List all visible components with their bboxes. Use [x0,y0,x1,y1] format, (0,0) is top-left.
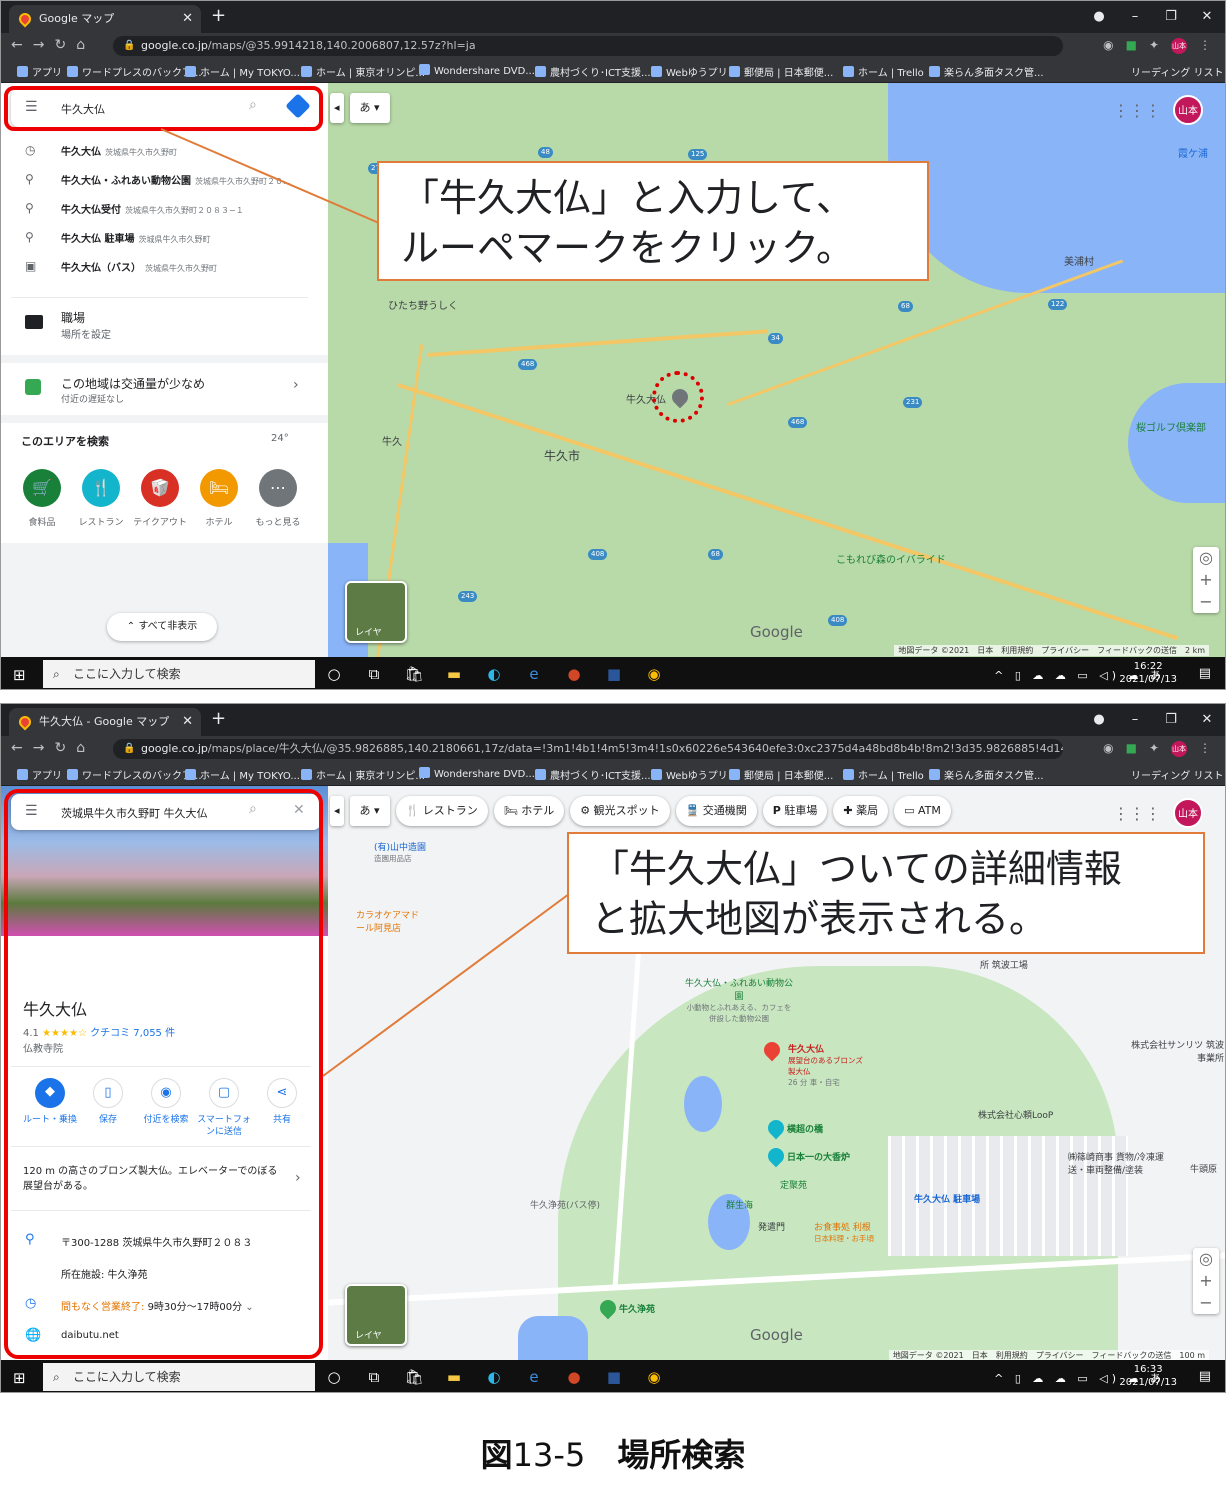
taskbar-apps: ○ ⧉ 🛍 ▬ ◐ e ● ■ ◉ [323,1366,665,1388]
search-icon: ⌕ [53,667,60,681]
task-view-icon[interactable]: ⧉ [363,1366,385,1388]
instruction-callout: 「牛久大仏」と入力して、 ルーペマークをクリック。 [377,161,929,281]
cortana-icon[interactable]: ○ [323,663,345,685]
notification-icon[interactable]: ▤ [1199,1369,1211,1384]
taskbar: ⊞ ⌕ ここに入力して検索 ○ ⧉ 🛍 ▬ ◐ e ● ■ ◉ ^ ▯ ☁ ☁ ▭ ◁) ☁ あ … [1,1360,1225,1392]
instruction-callout: 「牛久大仏」ついての詳細情報 と拡大地図が表示される。 [567,832,1205,954]
caption-number: 13-5 [512,1436,586,1474]
windows-start-icon[interactable]: ⊞ [13,666,26,684]
chrome-icon[interactable]: ◉ [643,663,665,685]
taskbar: ⊞ ⌕ ここに入力して検索 ○ ⧉ 🛍 ▬ ◐ e ● ■ ◉ ^ ▯ ☁ ☁ ▭ ◁) ☁ あ … [1,657,1225,689]
callout-connector [160,128,380,224]
screenshot-place: 牛久大仏 - Google マップ ✕ + ● – ❐ ✕ ←→↻⌂ 🔒 google.c… [0,703,1226,1393]
callout-connector [322,893,570,1077]
notification-icon[interactable]: ▤ [1199,666,1211,681]
windows-start-icon[interactable]: ⊞ [13,1369,26,1387]
taskbar-search[interactable]: ⌕ ここに入力して検索 [43,660,315,688]
task-view-icon[interactable]: ⧉ [363,663,385,685]
powerpoint-icon[interactable]: ● [563,663,585,685]
taskbar-apps: ○ ⧉ 🛍 ▬ ◐ e ● ■ ◉ [323,663,665,685]
word-icon[interactable]: ■ [603,663,625,685]
ie-icon[interactable]: e [523,1366,545,1388]
cortana-icon[interactable]: ○ [323,1366,345,1388]
search-icon: ⌕ [53,1370,60,1384]
edge-icon[interactable]: ◐ [483,1366,505,1388]
clock[interactable]: 16:33 2021/07/13 [1119,1363,1177,1389]
figure-caption: 図13-5 場所検索 [0,1430,1226,1476]
word-icon[interactable]: ■ [603,1366,625,1388]
taskbar-search[interactable]: ⌕ ここに入力して検索 [43,1363,315,1391]
explorer-icon[interactable]: ▬ [443,1366,465,1388]
clock[interactable]: 16:22 2021/07/13 [1119,660,1177,686]
store-icon[interactable]: 🛍 [403,663,425,685]
chrome-icon[interactable]: ◉ [643,1366,665,1388]
caption-fig: 図 [480,1436,513,1474]
screenshot-search: Google マップ ✕ + ● – ❐ ✕ ←→↻⌂ 🔒 google.co.jp/ma… [0,0,1226,690]
explorer-icon[interactable]: ▬ [443,663,465,685]
ie-icon[interactable]: e [523,663,545,685]
caption-title: 場所検索 [617,1436,746,1474]
store-icon[interactable]: 🛍 [403,1366,425,1388]
powerpoint-icon[interactable]: ● [563,1366,585,1388]
edge-icon[interactable]: ◐ [483,663,505,685]
